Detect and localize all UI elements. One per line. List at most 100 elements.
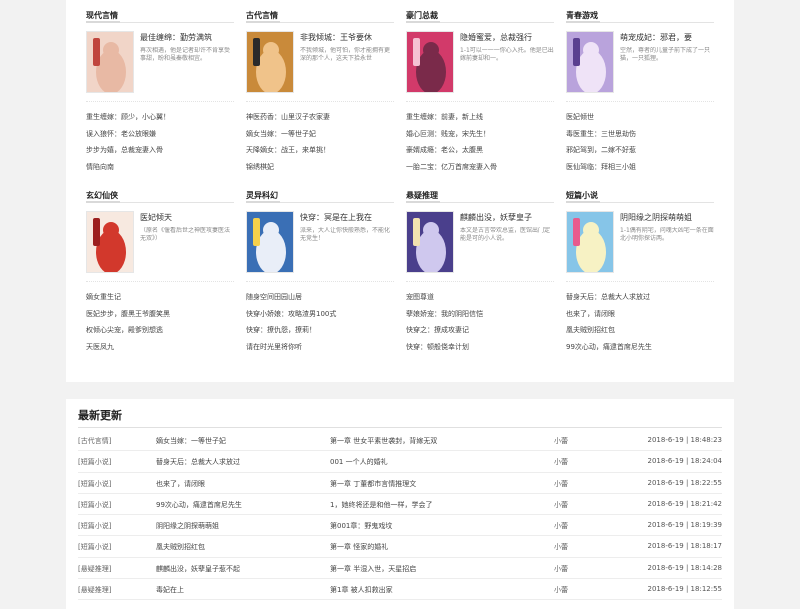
update-author: 小蕾 (554, 564, 568, 573)
latest-update-list: [古代言情] 嫡女当嫁：一等世子妃 第一章 世女平素世袭封，背嫁无双小蕾 2018-6… (78, 430, 722, 601)
book-link[interactable]: 医妃步步，腹黑王爷腹笑黑 (86, 306, 170, 323)
category-book-list: 神医药香：山里汉子农家妻 嫡女当嫁：一等世子妃 天降嫡女：战王，来单挑！ 锦绣棋妃 (246, 109, 330, 175)
book-link[interactable]: 一胎二宝：亿万首席宠妻入骨 (406, 159, 497, 176)
book-link[interactable]: 快穿：撩仇怨，撩莉！ (246, 322, 336, 339)
category-separator (86, 101, 234, 102)
featured-book-title[interactable]: 医妃倾天 (140, 212, 234, 223)
update-category[interactable]: [短篇小说] (78, 521, 111, 531)
update-book-title[interactable]: 99次心动，痛逮首席尼先生 (156, 500, 242, 510)
book-cover[interactable] (246, 211, 294, 273)
update-row: [古代言情] 嫡女当嫁：一等世子妃 第一章 世女平素世袭封，背嫁无双 小蕾 2018-6… (78, 430, 722, 452)
update-time: 2018-6-19 | 18:22:55 (647, 478, 722, 487)
category-separator (406, 281, 554, 282)
featured-book-title[interactable]: 快穿：冥是在上我在 (300, 212, 394, 223)
book-cover[interactable] (566, 211, 614, 273)
update-book-title[interactable]: 毒妃在上 (156, 585, 184, 595)
category-title[interactable]: 短篇小说 (566, 190, 598, 201)
book-link[interactable]: 毒医重生：三世思劫伤 (566, 126, 636, 143)
update-row: [短篇小说] 99次心动，痛逮首席尼先生 1，她终将还是和他一样，学会了 小蕾 2018… (78, 494, 722, 516)
category-title[interactable]: 古代言情 (246, 10, 278, 21)
book-link[interactable]: 孽娘娇宠：我的阴阳信恺 (406, 306, 483, 323)
update-category[interactable]: [悬疑推理] (78, 564, 111, 574)
update-chapter[interactable]: 1，她终将还是和他一样，学会了 (330, 500, 432, 510)
book-link[interactable]: 嫡女当嫁：一等世子妃 (246, 126, 330, 143)
update-chapter[interactable]: 第一章 丁董都市言情推理文 (330, 479, 416, 489)
book-link[interactable]: 邪妃驾到，二嫁不好惹 (566, 142, 636, 159)
book-cover[interactable] (406, 211, 454, 273)
book-link[interactable]: 天医凤九 (86, 339, 170, 356)
update-time: 2018-6-19 | 18:24:04 (647, 457, 722, 466)
update-chapter[interactable]: 第001章：野鬼戏坟 (330, 521, 392, 531)
book-link[interactable]: 婚心叵测：贱宠，宋先生！ (406, 126, 497, 143)
update-category[interactable]: [短篇小说] (78, 500, 111, 510)
update-book-title[interactable]: 嫡女当嫁：一等世子妃 (156, 436, 226, 446)
category-title[interactable]: 豪门总裁 (406, 10, 438, 21)
category-title[interactable]: 玄幻仙侠 (86, 190, 118, 201)
update-chapter[interactable]: 第1章 被人扣救出家 (330, 585, 393, 595)
book-link[interactable]: 天降嫡女：战王，来单挑！ (246, 142, 330, 159)
update-chapter[interactable]: 第一章 怪家的婚礼 (330, 542, 388, 552)
featured-book-title[interactable]: 麒麟出没，妖孽皇子 (460, 212, 554, 223)
book-link[interactable]: 情陷向南 (86, 159, 170, 176)
update-category[interactable]: [短篇小说] (78, 542, 111, 552)
book-link[interactable]: 快穿：顿般侥幸计划 (406, 339, 483, 356)
category-title[interactable]: 悬疑推理 (406, 190, 438, 201)
book-link[interactable]: 宠图尊道 (406, 289, 483, 306)
book-link[interactable]: 凰夫贼别招红包 (566, 322, 652, 339)
book-link[interactable]: 嫡女重生记 (86, 289, 170, 306)
book-link[interactable]: 权倾心尖宠，殿爹别想逃 (86, 322, 170, 339)
update-book-title[interactable]: 替身天后：总裁大人求放过 (156, 457, 240, 467)
update-time: 2018-6-19 | 18:12:55 (647, 585, 722, 594)
update-category[interactable]: [短篇小说] (78, 457, 111, 467)
category-title[interactable]: 青春游戏 (566, 10, 598, 21)
update-chapter[interactable]: 001 一个人的婚礼 (330, 457, 388, 467)
book-link[interactable]: 神医药香：山里汉子农家妻 (246, 109, 330, 126)
book-cover[interactable] (246, 31, 294, 93)
category-header: 灵异科幻 (246, 186, 394, 203)
book-cover[interactable] (86, 211, 134, 273)
book-link[interactable]: 医仙驾临：拜相三小姐 (566, 159, 636, 176)
category-book-list: 替身天后：总裁大人求放过 也来了，请闭眼 凰夫贼别招红包 99次心动，痛逮首席尼先生 (566, 289, 652, 355)
category-separator (566, 101, 714, 102)
featured-book-title[interactable]: 萌宠成妃：邪君，要 (620, 32, 714, 43)
update-category[interactable]: [古代言情] (78, 436, 111, 446)
book-link[interactable]: 99次心动，痛逮首席尼先生 (566, 339, 652, 356)
book-link[interactable]: 快穿之：撩成攻妻记 (406, 322, 483, 339)
update-category[interactable]: [短篇小说] (78, 479, 111, 489)
book-link[interactable]: 重生缠嫁：顾少，小心翼！ (86, 109, 170, 126)
book-link[interactable]: 步步为嬉，总裁宠妻入骨 (86, 142, 170, 159)
category-underline (406, 201, 440, 203)
category-title[interactable]: 现代言情 (86, 10, 118, 21)
update-book-title[interactable]: 也来了，请闭眼 (156, 479, 205, 489)
featured-book-title[interactable]: 隐婚蜜爱，总裁强行 (460, 32, 554, 43)
featured-book-title[interactable]: 非我倾城：王爷要休 (300, 32, 394, 43)
update-book-title[interactable]: 凰夫贼别招红包 (156, 542, 205, 552)
update-chapter[interactable]: 第一章 半湿入世，天星招启 (330, 564, 416, 574)
featured-book-title[interactable]: 最佳缠绵：勤劳满筑 (140, 32, 234, 43)
featured-book-title[interactable]: 阴阳缘之阴探萌萌姐 (620, 212, 714, 223)
book-link[interactable]: 随身空间田园山居 (246, 289, 336, 306)
update-book-title[interactable]: 麒麟出没，妖孽皇子惹不起 (156, 564, 240, 574)
book-cover[interactable] (406, 31, 454, 93)
update-chapter[interactable]: 第一章 世女平素世袭封，背嫁无双 (330, 436, 437, 446)
category-panel: 现代言情 最佳缠绵：勤劳满筑 再次相遇，他是记者却许不肯享受事甜，盼和虽秦敬相宜。重… (66, 0, 734, 382)
book-link[interactable]: 医妃倾世 (566, 109, 636, 126)
book-link[interactable]: 重生缠嫁：前妻，新上线 (406, 109, 497, 126)
book-link[interactable]: 锦绣棋妃 (246, 159, 330, 176)
update-category[interactable]: [悬疑推理] (78, 585, 111, 595)
book-cover[interactable] (86, 31, 134, 93)
book-link[interactable]: 请在时光里将你听 (246, 339, 336, 356)
update-book-title[interactable]: 阴阳缘之阴探萌萌姐 (156, 521, 219, 531)
category-book-list: 医妃倾世 毒医重生：三世思劫伤 邪妃驾到，二嫁不好惹 医仙驾临：拜相三小姐 (566, 109, 636, 175)
book-link[interactable]: 替身天后：总裁大人求放过 (566, 289, 652, 306)
book-link[interactable]: 也来了，请闭眼 (566, 306, 652, 323)
cover-art (87, 212, 133, 272)
book-cover[interactable] (566, 31, 614, 93)
cover-art (247, 32, 293, 92)
book-link[interactable]: 豪婿成瘾：老公，太腹黑 (406, 142, 497, 159)
book-link[interactable]: 误入狼怀：老公放眼嫌 (86, 126, 170, 143)
category-title[interactable]: 灵异科幻 (246, 190, 278, 201)
book-link[interactable]: 快穿小娇娘：攻略渣男100式 (246, 306, 336, 323)
category-separator (246, 101, 394, 102)
category-underline (566, 21, 600, 23)
